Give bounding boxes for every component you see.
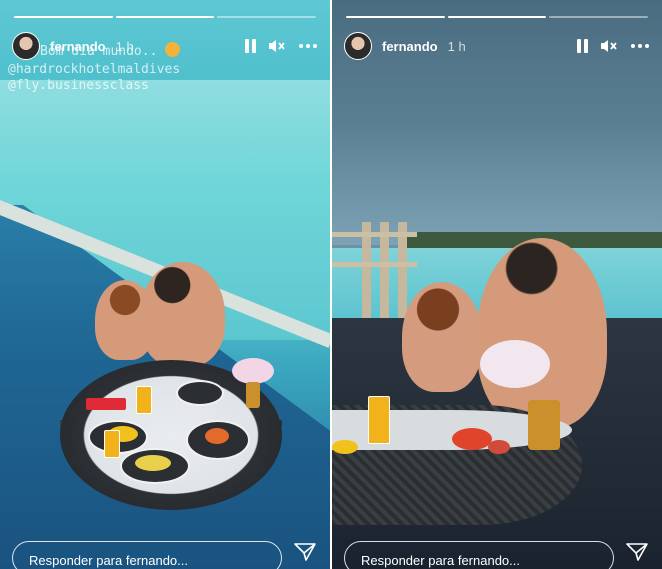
pause-icon[interactable] xyxy=(577,39,588,53)
woman xyxy=(402,282,482,392)
progress-segment xyxy=(549,16,649,18)
vase xyxy=(528,400,560,450)
story-progress-bar xyxy=(14,16,317,18)
mention-hotel[interactable]: @hardrockhotelmaldives xyxy=(8,62,180,77)
railing-post xyxy=(380,222,389,327)
fruit xyxy=(332,440,358,454)
deck-railing xyxy=(332,222,417,327)
story-photo xyxy=(332,0,662,569)
more-horizontal-icon[interactable] xyxy=(630,43,650,49)
railing-bar xyxy=(332,232,417,237)
story-header: fernando 1 h xyxy=(12,30,318,62)
progress-segment xyxy=(346,16,445,18)
vase xyxy=(246,382,260,408)
railing-bar xyxy=(332,262,417,267)
napkin xyxy=(86,398,126,410)
username[interactable]: fernando xyxy=(50,39,106,54)
fruit xyxy=(488,440,510,454)
juice-glass xyxy=(368,396,390,444)
post-time: 1 h xyxy=(115,38,134,54)
paper-plane-icon[interactable] xyxy=(626,542,648,567)
reply-input[interactable]: Responder para fernando... xyxy=(344,541,614,569)
juice-glass xyxy=(136,386,152,414)
avatar[interactable] xyxy=(12,32,40,60)
mention-flight[interactable]: @fly.businessclass xyxy=(8,78,149,93)
story-controls xyxy=(245,38,318,54)
progress-segment xyxy=(447,16,547,18)
reply-placeholder: Responder para fernando... xyxy=(29,553,188,568)
post-time: 1 h xyxy=(447,38,466,54)
fruit xyxy=(205,428,229,444)
reply-input[interactable]: Responder para fernando... xyxy=(12,541,282,569)
fruit xyxy=(452,428,492,450)
story-panel-left[interactable]: Bom dia mundo.. @hardrockhotelmaldives @… xyxy=(0,0,330,569)
username[interactable]: fernando xyxy=(382,39,438,54)
more-horizontal-icon[interactable] xyxy=(298,43,318,49)
man xyxy=(140,262,225,367)
reply-placeholder: Responder para fernando... xyxy=(361,553,520,568)
story-header: fernando 1 h xyxy=(344,30,650,62)
story-panel-right[interactable]: fernando 1 h Responder para fernando... xyxy=(332,0,662,569)
plate xyxy=(176,380,224,406)
speaker-muted-icon[interactable] xyxy=(600,38,618,54)
pause-icon[interactable] xyxy=(245,39,256,53)
progress-segment xyxy=(115,16,215,18)
avatar[interactable] xyxy=(344,32,372,60)
juice-glass xyxy=(104,430,120,458)
speaker-muted-icon[interactable] xyxy=(268,38,286,54)
flower-vase xyxy=(232,358,274,384)
progress-segment xyxy=(217,16,317,18)
paper-plane-icon[interactable] xyxy=(294,542,316,567)
railing-post xyxy=(362,222,371,327)
flower-vase xyxy=(480,340,550,388)
fruit xyxy=(135,455,171,471)
story-progress-bar xyxy=(346,16,649,18)
progress-segment xyxy=(14,16,113,18)
story-controls xyxy=(577,38,650,54)
